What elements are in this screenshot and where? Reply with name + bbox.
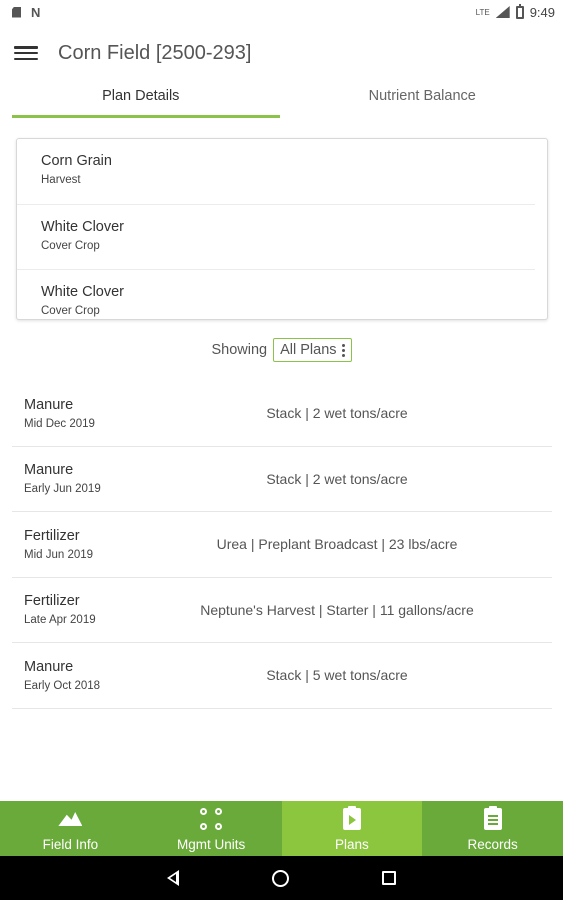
crop-type: Harvest: [41, 174, 81, 186]
lte-label: LTE: [475, 7, 490, 17]
plan-date: Late Apr 2019: [24, 614, 96, 627]
plan-left: Fertilizer Mid Jun 2019: [12, 528, 142, 561]
plan-row[interactable]: Manure Mid Dec 2019 Stack | 2 wet tons/a…: [12, 381, 552, 447]
home-icon[interactable]: [271, 869, 289, 887]
nav-plans[interactable]: Plans: [281, 801, 423, 856]
sd-card-icon: [12, 6, 21, 18]
nav-label: Field Info: [42, 837, 99, 852]
tab-plan-details[interactable]: Plan Details: [0, 82, 282, 118]
n-notification-icon: N: [31, 4, 41, 20]
plan-row[interactable]: Manure Early Oct 2018 Stack | 5 wet tons…: [12, 643, 552, 709]
status-bar: N LTE 9:49: [0, 0, 563, 24]
plan-type: Manure: [24, 658, 74, 675]
plan-detail: Neptune's Harvest | Starter | 11 gallons…: [200, 601, 474, 618]
plan-filter-row: Showing All Plans: [0, 338, 563, 362]
plan-detail: Stack | 5 wet tons/acre: [266, 667, 408, 684]
plan-date: Mid Dec 2019: [24, 417, 95, 430]
crop-name: White Clover: [41, 284, 124, 300]
crop-item[interactable]: Corn Grain Harvest: [17, 139, 535, 205]
plan-detail: Stack | 2 wet tons/acre: [266, 405, 408, 422]
crop-name: Corn Grain: [41, 153, 112, 169]
battery-icon: [515, 3, 524, 19]
plan-row[interactable]: Manure Early Jun 2019 Stack | 2 wet tons…: [12, 447, 552, 512]
nav-records[interactable]: Records: [422, 801, 563, 856]
recent-apps-icon[interactable]: [382, 871, 397, 885]
plan-row[interactable]: Fertilizer Late Apr 2019 Neptune's Harve…: [12, 578, 552, 643]
crop-name: White Clover: [41, 218, 124, 235]
back-icon[interactable]: [166, 870, 179, 886]
plan-left: Manure Early Jun 2019: [12, 462, 142, 495]
nav-label: Records: [467, 837, 518, 852]
plan-left: Manure Mid Dec 2019: [12, 397, 142, 430]
nav-mgmt-units[interactable]: Mgmt Units: [141, 801, 282, 856]
mountain-icon: [58, 812, 83, 826]
tab-bar: Plan Details Nutrient Balance: [0, 82, 563, 118]
status-right: LTE 9:49: [475, 3, 555, 20]
clipboard-play-icon: [342, 806, 361, 830]
bottom-nav: Field Info Mgmt Units Plans Records: [0, 801, 563, 856]
nav-label: Mgmt Units: [176, 837, 246, 852]
plan-left: Fertilizer Late Apr 2019: [12, 593, 142, 626]
plan-type: Fertilizer: [24, 527, 80, 544]
plan-list: Manure Mid Dec 2019 Stack | 2 wet tons/a…: [12, 381, 552, 709]
crop-list-card[interactable]: Corn Grain Harvest White Clover Cover Cr…: [16, 138, 548, 320]
system-nav-bar: [0, 856, 563, 900]
crop-item[interactable]: White Clover Cover Crop: [17, 270, 535, 319]
more-vert-icon: [341, 343, 345, 357]
plan-type: Manure: [24, 462, 74, 479]
crop-type: Cover Crop: [41, 305, 100, 317]
status-left: N: [12, 5, 40, 20]
nav-field-info[interactable]: Field Info: [0, 801, 141, 856]
clipboard-list-icon: [483, 806, 502, 830]
plan-filter-value: All Plans: [280, 342, 337, 358]
tab-nutrient-balance[interactable]: Nutrient Balance: [282, 82, 563, 118]
showing-label: Showing: [211, 342, 268, 358]
plan-type: Manure: [24, 396, 74, 413]
plan-date: Early Jun 2019: [24, 483, 101, 496]
plan-row[interactable]: Fertilizer Mid Jun 2019 Urea | Preplant …: [12, 512, 552, 578]
plan-detail: Stack | 2 wet tons/acre: [266, 470, 408, 487]
app-bar: Corn Field [2500-293]: [0, 24, 563, 82]
plan-date: Mid Jun 2019: [24, 548, 94, 561]
nav-label: Plans: [334, 837, 369, 852]
signal-icon: [495, 6, 510, 18]
plan-type: Fertilizer: [24, 593, 80, 610]
hamburger-menu-icon[interactable]: [14, 44, 38, 62]
clock: 9:49: [529, 4, 555, 20]
plan-left: Manure Early Oct 2018: [12, 659, 142, 692]
plan-date: Early Oct 2018: [24, 679, 101, 692]
crop-item[interactable]: White Clover Cover Crop: [17, 205, 535, 270]
crop-type: Cover Crop: [41, 239, 100, 252]
units-icon: [200, 808, 223, 830]
page-title: Corn Field [2500-293]: [58, 41, 252, 64]
plan-detail: Urea | Preplant Broadcast | 23 lbs/acre: [216, 536, 458, 553]
plan-filter-select[interactable]: All Plans: [273, 338, 352, 362]
